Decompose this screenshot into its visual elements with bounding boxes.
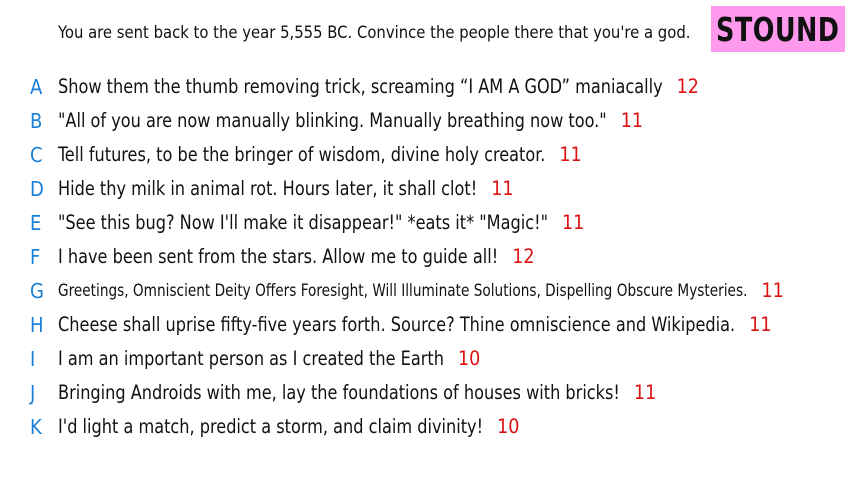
answer-letter: A	[30, 75, 43, 99]
answer-score: 11	[761, 279, 784, 302]
answer-row-k: K I'd light a match, predict a storm, an…	[0, 410, 853, 444]
answer-letter: B	[30, 109, 43, 133]
prompt-text: You are sent back to the year 5,555 BC. …	[58, 23, 691, 42]
answer-score: 12	[676, 75, 699, 98]
answer-text: Show them the thumb removing trick, scre…	[58, 75, 663, 98]
answer-text: Cheese shall uprise fifty-five years for…	[58, 313, 736, 336]
answer-letter: G	[30, 279, 44, 303]
answer-row-h: H Cheese shall uprise fifty-five years f…	[0, 308, 853, 342]
answer-score: 11	[559, 143, 582, 166]
answer-text: I am an important person as I created th…	[58, 347, 444, 370]
answer-letter: K	[30, 415, 42, 439]
answer-row-i: I I am an important person as I created …	[0, 342, 853, 376]
answer-letter: C	[30, 143, 43, 167]
answer-score: 11	[562, 211, 585, 234]
answer-letter: H	[30, 313, 44, 337]
answer-letter: E	[30, 211, 42, 235]
answer-score: 10	[497, 415, 520, 438]
answer-text: I have been sent from the stars. Allow m…	[58, 245, 499, 268]
answer-row-d: D Hide thy milk in animal rot. Hours lat…	[0, 172, 853, 206]
answer-row-b: B "All of you are now manually blinking.…	[0, 104, 853, 138]
answer-score: 11	[749, 313, 772, 336]
answer-letter: I	[30, 347, 36, 371]
answer-letter: J	[30, 381, 36, 405]
answer-text: "See this bug? Now I'll make it disappea…	[58, 211, 549, 234]
answer-letter: D	[30, 177, 44, 201]
answer-row-c: C Tell futures, to be the bringer of wis…	[0, 138, 853, 172]
answer-text: Greetings, Omniscient Deity Offers Fores…	[58, 281, 748, 300]
answer-score: 11	[633, 381, 657, 404]
answer-text: Hide thy milk in animal rot. Hours later…	[58, 177, 478, 200]
answer-row-e: E "See this bug? Now I'll make it disapp…	[0, 206, 853, 240]
answer-row-a: A Show them the thumb removing trick, sc…	[0, 70, 853, 104]
answer-text: Bringing Androids with me, lay the found…	[58, 381, 620, 404]
answer-row-j: J Bringing Androids with me, lay the fou…	[0, 376, 853, 410]
answer-row-g: G Greetings, Omniscient Deity Offers For…	[0, 274, 853, 308]
answer-score: 11	[620, 109, 644, 132]
answer-score: 11	[491, 177, 514, 200]
answer-text: Tell futures, to be the bringer of wisdo…	[58, 143, 546, 166]
answer-score: 12	[512, 245, 535, 268]
answer-score: 10	[457, 347, 481, 370]
stound-logo: STOUND	[711, 6, 845, 52]
answer-text: I'd light a match, predict a storm, and …	[58, 415, 484, 438]
answer-letter: F	[30, 245, 41, 269]
logo-text: STOUND	[716, 9, 840, 49]
answer-row-f: F I have been sent from the stars. Allow…	[0, 240, 853, 274]
answer-text: "All of you are now manually blinking. M…	[58, 109, 607, 132]
